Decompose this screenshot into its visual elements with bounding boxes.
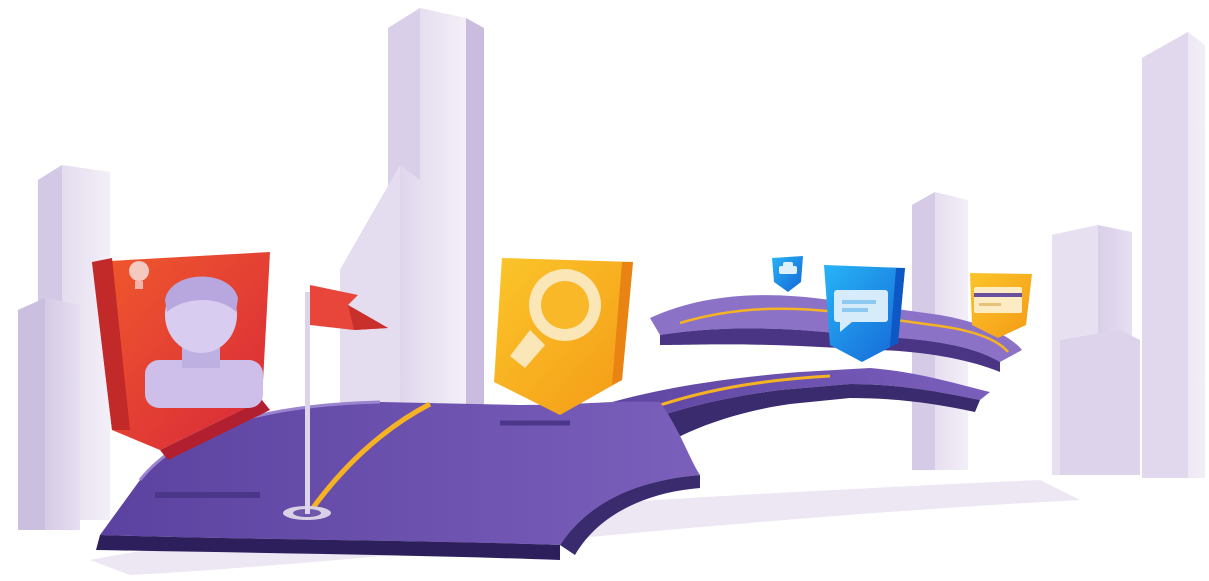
illustration-canvas	[18, 8, 1205, 575]
buildings-left	[18, 165, 110, 530]
blue-car-marker	[772, 256, 803, 292]
buildings-center	[340, 8, 484, 420]
roadmap-illustration	[0, 0, 1209, 581]
buildings-right	[912, 32, 1205, 478]
yellow-marker	[494, 258, 633, 415]
yellow-card-marker	[970, 273, 1032, 338]
credit-card-icon	[974, 287, 1022, 313]
